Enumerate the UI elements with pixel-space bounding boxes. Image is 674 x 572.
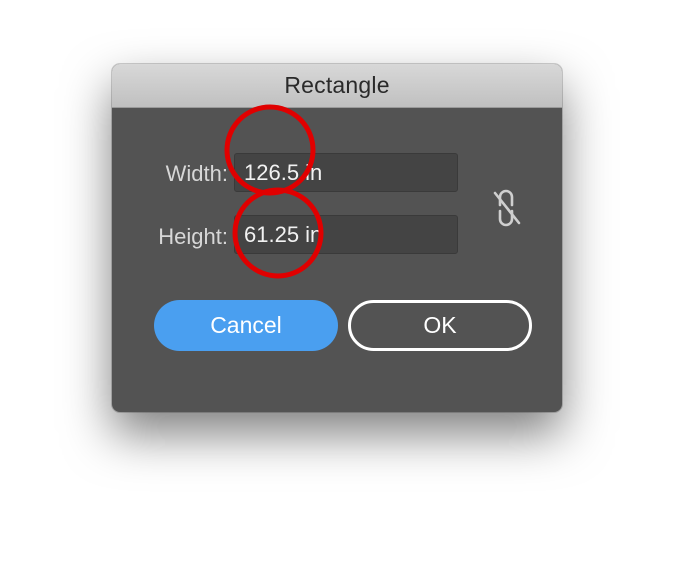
width-field[interactable]: 126.5 in [234, 153, 458, 192]
width-label: Width: [165, 161, 228, 186]
height-label: Height: [158, 224, 228, 249]
dialog-titlebar: Rectangle [112, 64, 562, 108]
cancel-button[interactable]: Cancel [154, 300, 338, 351]
rectangle-dialog: Rectangle Width: 126.5 in Height: 61.25 … [112, 64, 562, 412]
height-field[interactable]: 61.25 in [234, 215, 458, 254]
dialog-title: Rectangle [284, 72, 390, 98]
unlinked-chain-icon[interactable] [490, 188, 524, 228]
ok-button[interactable]: OK [348, 300, 532, 351]
screen: Rectangle Width: 126.5 in Height: 61.25 … [0, 0, 674, 572]
